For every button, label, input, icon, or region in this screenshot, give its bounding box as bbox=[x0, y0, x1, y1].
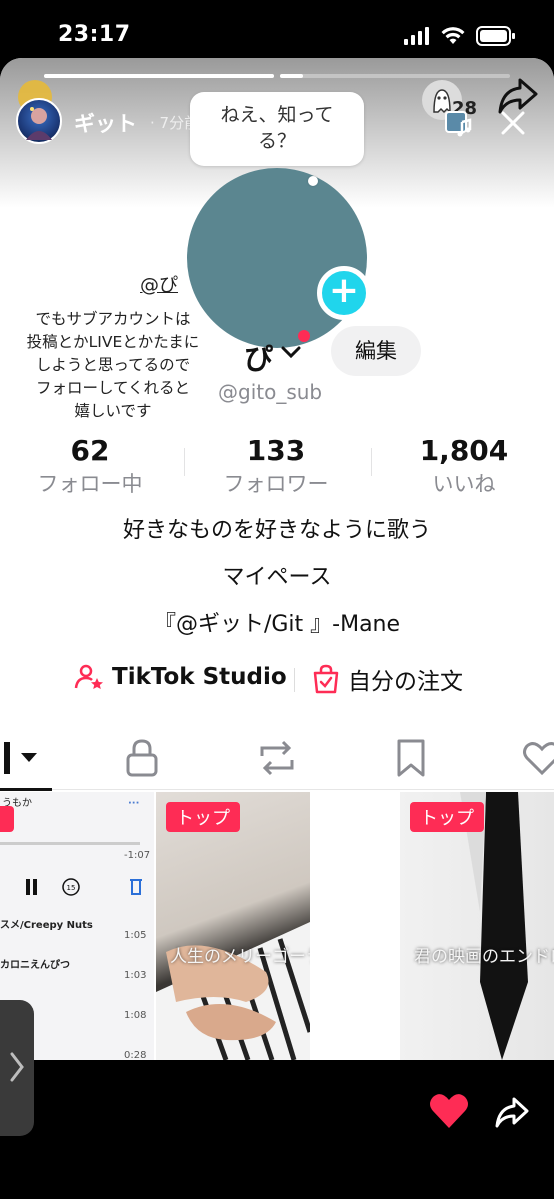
heart-icon[interactable] bbox=[428, 1092, 470, 1130]
playlist-row-duration: 1:03 bbox=[124, 970, 147, 981]
speech-bubble: ねえ、知って る？ bbox=[190, 92, 364, 166]
tiktok-studio-label: TikTok Studio bbox=[112, 664, 287, 690]
video-thumbnail[interactable]: トップ 人生のメリーゴーランド bbox=[156, 792, 310, 1060]
my-orders-link[interactable]: 自分の注文 bbox=[312, 662, 463, 696]
playlist-row-title: スメ/Creepy Nuts bbox=[0, 920, 93, 931]
bubble-text-line2: る？ bbox=[257, 130, 296, 152]
note-line: 嬉しいです bbox=[74, 402, 152, 420]
svg-text:15: 15 bbox=[67, 884, 76, 892]
notification-dot bbox=[298, 330, 310, 342]
story-progress-2 bbox=[280, 74, 510, 78]
piano-keys bbox=[156, 922, 310, 1060]
status-time: 23:17 bbox=[58, 22, 131, 47]
content-tabs bbox=[0, 726, 554, 790]
playlist-row-duration: 1:08 bbox=[124, 1010, 147, 1021]
profile-handle: @gito_sub bbox=[218, 380, 323, 404]
wifi-icon bbox=[441, 27, 465, 44]
remaining-time: -1:07 bbox=[124, 850, 151, 861]
playback-bar bbox=[0, 842, 140, 845]
likes-label[interactable]: いいね bbox=[404, 468, 524, 498]
following-count[interactable]: 62 bbox=[40, 434, 140, 467]
followers-label[interactable]: フォロワー bbox=[206, 468, 346, 498]
liked-tab-icon[interactable] bbox=[522, 740, 554, 776]
active-tab-underline bbox=[0, 788, 52, 791]
signal-icon bbox=[404, 27, 429, 45]
note-line: フォローしてくれると bbox=[35, 379, 191, 397]
more-icon: ··· bbox=[128, 798, 140, 809]
share-icon[interactable] bbox=[494, 1096, 530, 1130]
note-line: 投稿とかLIVEとかたまに bbox=[26, 333, 200, 351]
grid-tab-icon[interactable] bbox=[4, 742, 10, 774]
add-story-button[interactable]: + bbox=[317, 266, 371, 320]
edit-profile-button[interactable]: 編集 bbox=[331, 326, 421, 376]
stat-divider bbox=[371, 448, 372, 476]
note-text: でもサブアカウントは 投稿とかLIVEとかたまに しようと思ってるので フォロー… bbox=[0, 308, 226, 423]
lock-icon[interactable] bbox=[124, 738, 160, 778]
playlist-row-title: カロニえんぴつ bbox=[0, 960, 70, 971]
author-name[interactable]: ギット bbox=[74, 108, 137, 138]
video-thumbnail[interactable]: トップ 君の映画のエンドロ bbox=[400, 792, 554, 1060]
my-orders-label: 自分の注文 bbox=[348, 669, 463, 695]
likes-count[interactable]: 1,804 bbox=[404, 434, 524, 467]
avatar-figure-icon bbox=[26, 107, 52, 140]
battery-icon bbox=[476, 26, 515, 46]
bio-line[interactable]: 『@ギット/Git 』-Mane bbox=[0, 606, 554, 638]
top-badge bbox=[0, 806, 14, 832]
bookmark-icon[interactable] bbox=[396, 738, 426, 778]
note-line: しようと思ってるので bbox=[35, 356, 191, 374]
top-badge: トップ bbox=[410, 802, 484, 832]
top-badge: トップ bbox=[166, 802, 240, 832]
story-progress-1 bbox=[44, 74, 274, 78]
share-icon[interactable] bbox=[496, 76, 540, 116]
studio-icon bbox=[74, 664, 103, 689]
story-card[interactable]: ギット · 7分前 28 ねえ、知って る？ + @ぴ でもサブアカウントは 投… bbox=[0, 58, 554, 1060]
player-controls: 15 bbox=[26, 878, 142, 896]
link-divider bbox=[294, 668, 295, 692]
chevron-right-icon[interactable] bbox=[8, 1050, 26, 1084]
bubble-text-line1: ねえ、知って bbox=[220, 104, 334, 126]
video-caption: 人生のメリーゴーランド bbox=[170, 947, 310, 967]
bio-line: マイペース bbox=[222, 565, 332, 590]
playlist-row-duration: 1:05 bbox=[124, 930, 147, 941]
bubble-tail-dot bbox=[308, 176, 318, 186]
necktie-image bbox=[460, 792, 528, 1060]
music-icon[interactable] bbox=[444, 108, 474, 138]
video-caption: 君の映画のエンドロ bbox=[414, 947, 554, 967]
playlist-row-duration: 0:28 bbox=[124, 1050, 147, 1060]
followers-count[interactable]: 133 bbox=[216, 434, 336, 467]
status-icons bbox=[404, 26, 516, 46]
profile-name[interactable]: ぴ bbox=[244, 336, 273, 378]
bag-icon bbox=[313, 664, 339, 694]
following-label[interactable]: フォロー中 bbox=[20, 468, 160, 498]
repost-icon[interactable] bbox=[256, 740, 298, 776]
stat-divider bbox=[184, 448, 185, 476]
bio-line: 好きなものを好きなように歌う bbox=[122, 518, 431, 543]
author-avatar[interactable] bbox=[16, 98, 62, 144]
tiktok-studio-link[interactable]: TikTok Studio bbox=[74, 662, 287, 692]
tab-dropdown-icon[interactable] bbox=[20, 752, 38, 764]
chevron-down-icon[interactable] bbox=[280, 344, 302, 360]
note-line: でもサブアカウントは bbox=[35, 310, 191, 328]
note-handle[interactable]: @ぴ bbox=[140, 270, 178, 297]
